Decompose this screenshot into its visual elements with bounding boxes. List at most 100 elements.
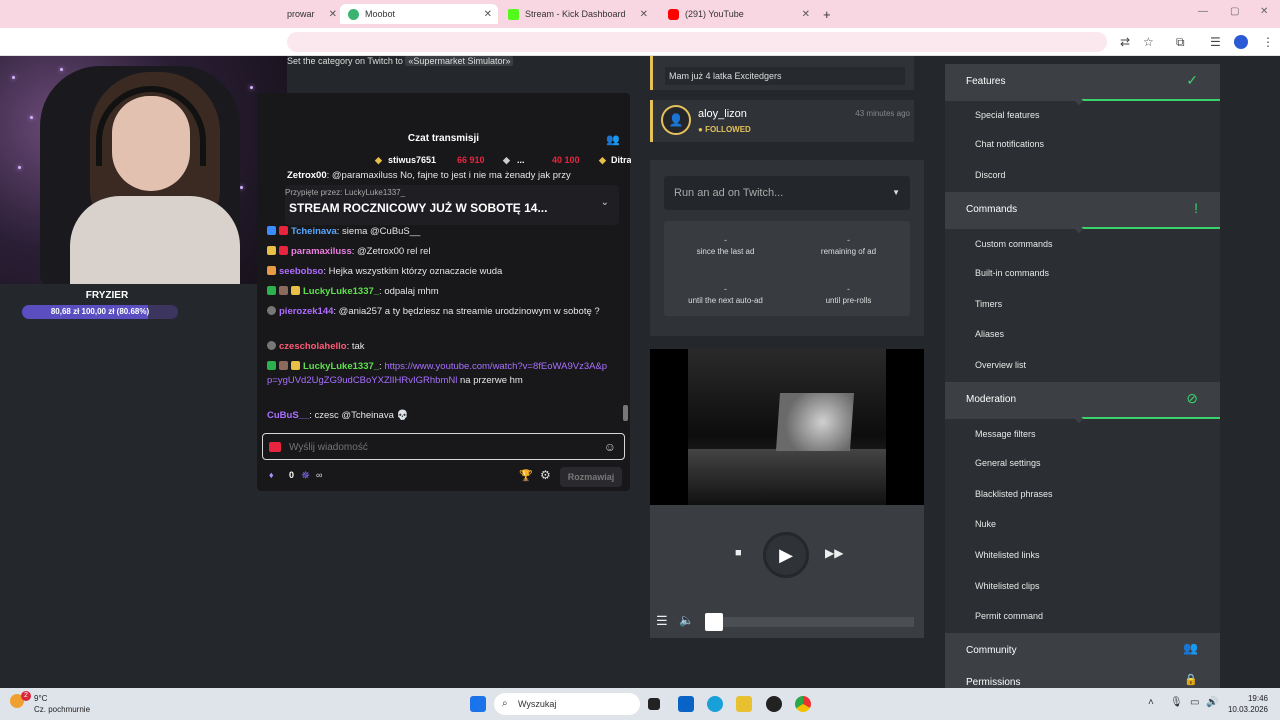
chat-username[interactable]: Tcheinava — [291, 226, 337, 237]
url-field[interactable] — [287, 32, 1107, 52]
profile-avatar[interactable] — [1234, 35, 1248, 49]
sidebar-item-built-in-commands[interactable]: Built-in commands — [975, 268, 1049, 278]
tab-youtube[interactable]: (291) YouTube ✕ — [668, 4, 810, 24]
sidebar-item-whitelisted-links[interactable]: Whitelisted links — [975, 550, 1040, 560]
play-button[interactable]: ▶ — [763, 532, 809, 578]
ad-panel: Run an ad on Twitch... ▼ - since the last… — [650, 160, 924, 336]
leader-user[interactable]: stiwus7651 — [388, 155, 436, 165]
close-icon[interactable]: ✕ — [329, 9, 337, 20]
section-features[interactable]: Features ✓ — [945, 64, 1220, 106]
sidebar-item-special-features[interactable]: Special features — [975, 110, 1040, 120]
section-community[interactable]: Community 👥 — [945, 633, 1220, 676]
edge-icon[interactable] — [707, 696, 723, 712]
chat-username[interactable]: paramaxiluss — [291, 246, 352, 257]
obs-icon[interactable] — [766, 696, 782, 712]
maximize-icon[interactable]: ▢ — [1230, 6, 1239, 17]
emoji-icon[interactable]: ☺ — [604, 440, 616, 454]
chat-text: : odpalaj mhm — [379, 286, 439, 297]
section-label: Community — [966, 645, 1017, 656]
taskbar-search[interactable]: ⌕ Wyszukaj — [494, 693, 640, 715]
menu-kebab-icon[interactable]: ⋮ — [1262, 35, 1274, 49]
follower-name[interactable]: aloy_lizon — [698, 108, 747, 120]
sidebar-item-whitelisted-clips[interactable]: Whitelisted clips — [975, 581, 1040, 591]
sidebar-item-overview-list[interactable]: Overview list — [975, 360, 1026, 370]
sidebar-item-custom-commands[interactable]: Custom commands — [975, 239, 1053, 249]
video-frame[interactable] — [650, 349, 924, 505]
chat-username[interactable]: czescholahello — [279, 341, 347, 352]
new-tab-button[interactable]: + — [823, 4, 837, 24]
chat-message: Zetrox00: @paramaxiluss No, fajne to jes… — [287, 169, 627, 181]
volume-icon[interactable]: 🔈 — [679, 613, 694, 627]
chat-input-box[interactable]: ☺ — [262, 433, 625, 460]
chat-message: seebobso: Hejka wszystkim którzy oznacza… — [267, 265, 612, 279]
sidebar-item-aliases[interactable]: Aliases — [975, 329, 1004, 339]
slider-handle[interactable] — [705, 613, 723, 631]
chevron-up-icon[interactable]: ˄ — [1148, 697, 1154, 708]
chat-message: Tcheinava: siema @CuBuS__ — [267, 225, 612, 239]
close-window-icon[interactable]: ✕ — [1260, 6, 1268, 17]
extensions-icon[interactable]: ⧉ — [1176, 35, 1185, 50]
chrome-icon[interactable] — [795, 696, 811, 712]
leader-user[interactable]: Ditra — [611, 155, 631, 165]
system-clock[interactable]: 19:46 10.03.2026 — [1228, 693, 1268, 715]
sidebar-item-nuke[interactable]: Nuke — [975, 519, 996, 529]
microphone-icon[interactable]: 🎙 — [1170, 697, 1183, 708]
settings-gear-icon[interactable]: ⚙ — [540, 468, 551, 482]
ad-stat: - until the next auto-ad — [688, 284, 763, 305]
send-button[interactable]: Rozmawiaj — [560, 467, 622, 487]
sidebar-item-permit-command[interactable]: Permit command — [975, 611, 1043, 621]
chat-username[interactable]: CuBuS__ — [267, 410, 309, 421]
sidebar-item-general-settings[interactable]: General settings — [975, 458, 1041, 468]
outlook-icon[interactable] — [678, 696, 694, 712]
users-icon[interactable]: 👥 — [606, 133, 620, 146]
section-moderation[interactable]: Moderation ⊘ — [945, 382, 1220, 424]
chevron-down-icon[interactable]: ⌄ — [601, 197, 609, 208]
chat-username[interactable]: LuckyLuke1337_ — [303, 286, 379, 297]
search-icon: ⌕ — [502, 698, 508, 709]
exclamation-icon: ! — [1194, 200, 1198, 216]
translate-icon[interactable]: ⇄ — [1120, 35, 1130, 49]
tab-kick-dashboard[interactable]: Stream - Kick Dashboard ✕ — [508, 4, 648, 24]
bookmark-star-icon[interactable]: ☆ — [1143, 35, 1154, 49]
sidebar-item-timers[interactable]: Timers — [975, 299, 1002, 309]
sidebar-item-message-filters[interactable]: Message filters — [975, 429, 1036, 439]
display-icon[interactable]: ▭ — [1190, 697, 1199, 708]
close-icon[interactable]: ✕ — [802, 9, 810, 20]
tab-prowar[interactable]: prowar ✕ — [287, 4, 337, 24]
section-permissions[interactable]: Permissions 🔒 — [945, 671, 1220, 688]
leader-user[interactable]: ... — [517, 155, 525, 165]
chat-username[interactable]: seebobso — [279, 266, 323, 277]
file-explorer-icon[interactable] — [736, 696, 752, 712]
close-icon[interactable]: ✕ — [484, 9, 492, 20]
sidebar-item-blacklisted-phrases[interactable]: Blacklisted phrases — [975, 489, 1053, 499]
play-icon: ▶ — [779, 544, 793, 565]
pinned-message[interactable]: Przypięte przez: LuckyLuke1337_ STREAM R… — [285, 185, 619, 225]
minimize-icon[interactable]: — — [1198, 6, 1208, 17]
chat-username[interactable]: pierozek144 — [279, 306, 333, 317]
task-view-icon[interactable] — [648, 698, 660, 710]
volume-icon[interactable]: 🔊 — [1206, 697, 1218, 708]
chat-input[interactable] — [289, 439, 589, 455]
playlist-icon[interactable]: ☰ — [656, 613, 668, 629]
windows-start-icon[interactable] — [470, 696, 486, 712]
stop-icon[interactable]: ■ — [735, 547, 742, 559]
chat-scrollbar[interactable] — [623, 405, 628, 421]
media-control-icon[interactable]: ☰ — [1210, 35, 1221, 49]
sidebar-item-discord[interactable]: Discord — [975, 170, 1006, 180]
volume-slider[interactable] — [705, 613, 914, 631]
section-commands[interactable]: Commands ! — [945, 192, 1220, 234]
sparkle-icon[interactable]: ✵ — [301, 469, 310, 482]
heart-badge-icon — [279, 226, 288, 235]
points-icon[interactable]: ♦ — [269, 470, 274, 480]
tab-moobot[interactable]: Moobot ✕ — [340, 4, 498, 24]
donation-goal-text: 80,68 zł 100,00 zł (80.68%) — [50, 307, 150, 316]
gem-icon: ◆ — [375, 155, 382, 165]
trophy-icon[interactable]: 🏆 — [519, 469, 533, 482]
chat-username[interactable]: Zetrox00 — [287, 170, 327, 181]
sidebar-item-chat-notifications[interactable]: Chat notifications — [975, 139, 1044, 149]
close-icon[interactable]: ✕ — [640, 9, 648, 20]
run-ad-select[interactable]: Run an ad on Twitch... ▼ — [664, 176, 910, 210]
badge-icon — [267, 246, 276, 255]
chat-username[interactable]: LuckyLuke1337_ — [303, 361, 379, 372]
skip-forward-icon[interactable]: ▶▶ — [825, 546, 843, 560]
